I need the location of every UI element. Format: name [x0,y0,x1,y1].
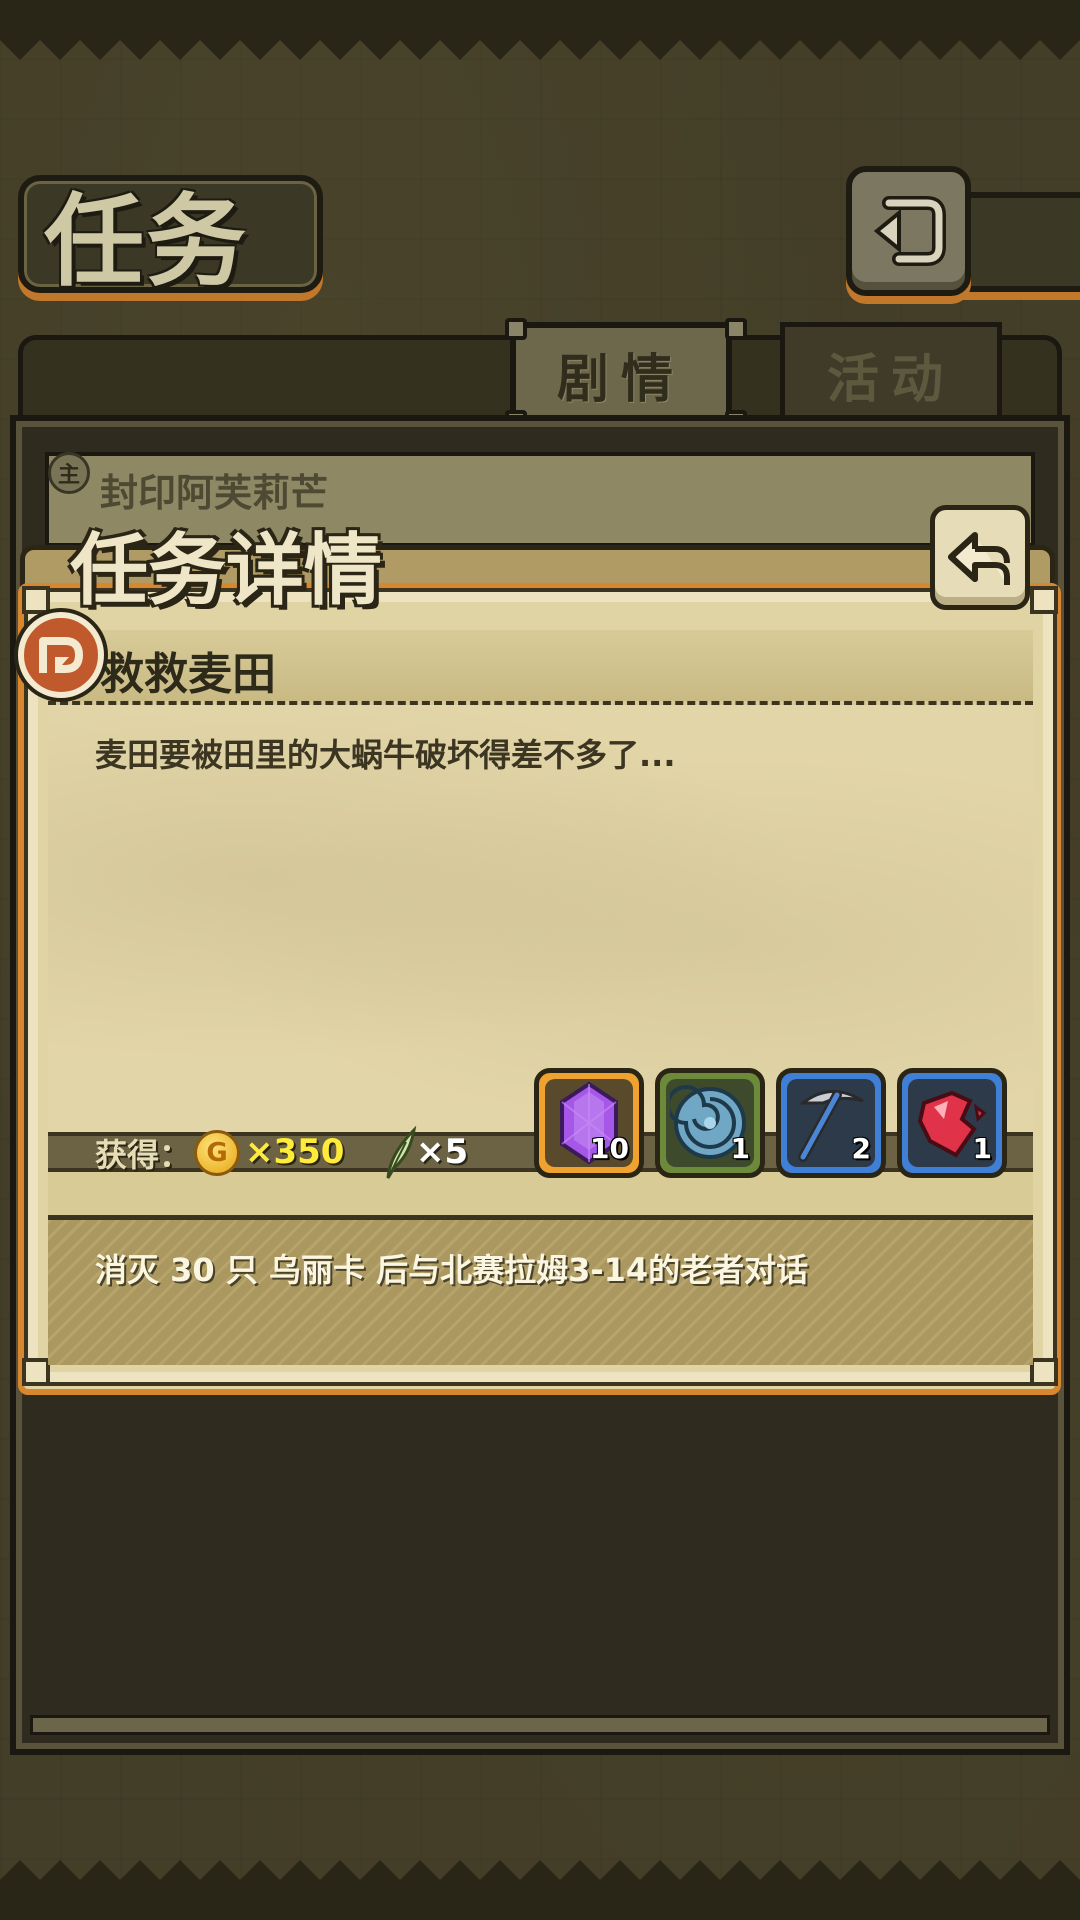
tab-story[interactable]: 剧情 [510,322,732,426]
item-count: 2 [851,1132,871,1165]
quest-name: 救救麦田 [100,649,276,700]
frame-corner-pin [1030,1358,1058,1386]
page-title: 任务 [44,182,248,300]
reward-label: 获得： [95,1136,192,1174]
main-quest-icon: 主 [48,452,90,494]
feather-icon [386,1125,417,1179]
frame-corner-pin [1030,586,1058,614]
return-arrow-icon [873,196,946,266]
quest-marker-icon [18,612,104,698]
back-button[interactable] [846,166,971,296]
tab-corner-pin [725,318,747,340]
tab-corner-pin [505,318,527,340]
reward-item-slot[interactable]: 1 [655,1068,765,1178]
reward-item-slot[interactable]: 1 [897,1068,1007,1178]
back-arrow-icon [948,531,1010,585]
reward-band-bottom [48,1172,1033,1220]
zigzag-border-bottom [0,1860,1080,1920]
item-count: 1 [972,1132,992,1165]
item-count: 10 [590,1132,629,1165]
detail-title: 任务详情 [70,525,383,616]
detail-back-button[interactable] [930,505,1030,610]
objective-area [48,1220,1033,1365]
reward-item-slot[interactable]: 10 [534,1068,644,1178]
frame-corner-pin [22,1358,50,1386]
gold-coin-icon: G [194,1130,240,1176]
feather-reward-amount: ×5 [416,1132,469,1172]
tab-event[interactable]: 活动 [780,322,1002,426]
quest-objective: 消灭 30 只 乌丽卡 后与北赛拉姆3-14的老者对话 [95,1251,809,1289]
zigzag-border-top [0,0,1080,60]
quest-description: 麦田要被田里的大蜗牛破坏得差不多了... [95,736,676,774]
item-count: 1 [730,1132,750,1165]
frame-corner-pin [22,586,50,614]
reward-item-slot[interactable]: 2 [776,1068,886,1178]
coin-reward-amount: ×350 [245,1132,345,1172]
